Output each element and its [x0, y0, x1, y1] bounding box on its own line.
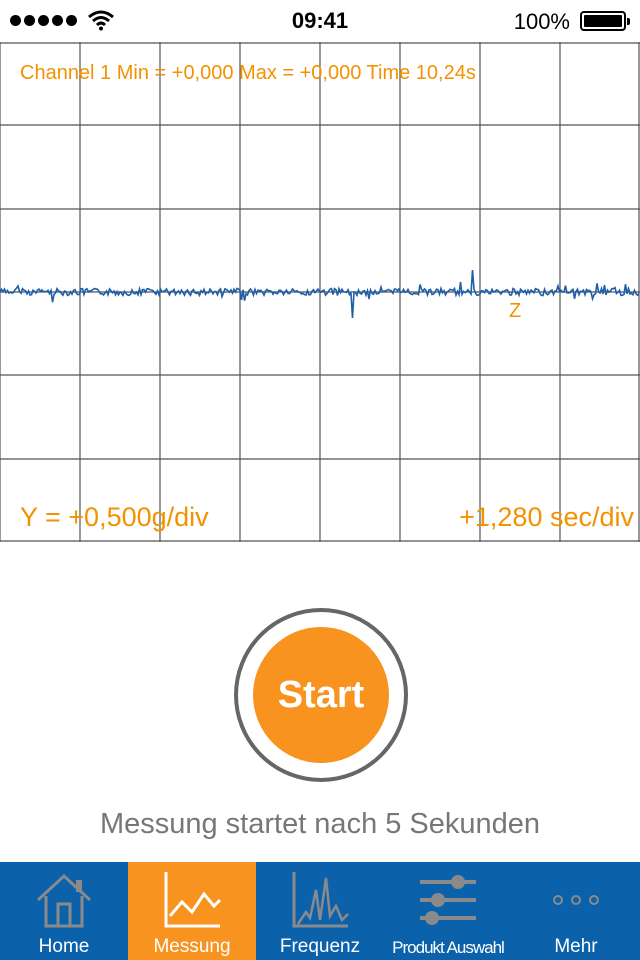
tab-home[interactable]: Home	[0, 862, 128, 960]
oscilloscope-display: Channel 1 Min = +0,000 Max = +0,000 Time…	[0, 42, 640, 542]
oscilloscope-grid	[0, 42, 640, 542]
battery-icon	[580, 11, 630, 31]
tab-mehr[interactable]: Mehr	[512, 862, 640, 960]
tab-home-label: Home	[38, 936, 90, 957]
tab-frequenz-label: Frequenz	[279, 936, 361, 957]
tab-produkt-auswahl[interactable]: Produkt Auswahl	[384, 862, 512, 960]
tab-produkt-auswahl-label: Produkt Auswahl	[392, 938, 505, 957]
x-scale-label: +1,280 sec/div	[459, 502, 634, 532]
tab-bar: Home Messung Frequenz Produkt Auswahl Me…	[0, 862, 640, 960]
tab-mehr-label: Mehr	[554, 936, 598, 957]
measurement-status-message: Messung startet nach 5 Sekunden	[99, 808, 541, 840]
battery-percentage: 100%	[513, 9, 570, 34]
spectrum-chart-icon	[292, 872, 349, 928]
channel-info-label: Channel 1 Min = +0,000 Max = +0,000 Time…	[20, 62, 476, 84]
sliders-icon	[420, 875, 476, 925]
start-button[interactable]: Start	[253, 627, 389, 763]
home-icon	[36, 873, 92, 928]
tab-messung[interactable]: Messung	[128, 862, 256, 960]
line-chart-icon	[164, 872, 222, 928]
more-dots-icon	[553, 895, 599, 905]
status-bar: 09:41 100%	[0, 0, 640, 42]
tab-frequenz[interactable]: Frequenz	[256, 862, 384, 960]
y-scale-label: Y = +0,500g/div	[20, 502, 209, 532]
trigger-marker: Z	[509, 300, 522, 322]
tab-messung-label: Messung	[153, 936, 231, 957]
